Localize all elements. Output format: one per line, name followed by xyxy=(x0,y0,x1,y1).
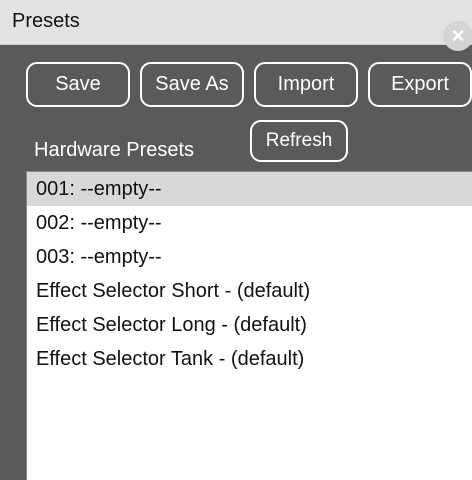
close-icon[interactable]: × xyxy=(443,21,472,51)
title-bar: Presets × xyxy=(0,0,472,51)
preset-item[interactable]: 001: --empty-- xyxy=(27,172,472,206)
hardware-presets-label: Hardware Presets xyxy=(34,139,195,161)
presets-panel: Presets × Save Save As Import Export Har… xyxy=(0,0,472,480)
save-as-button[interactable]: Save As xyxy=(140,62,244,107)
save-button[interactable]: Save xyxy=(26,62,130,107)
hardware-presets-list[interactable]: 001: --empty-- 002: --empty-- 003: --emp… xyxy=(26,171,472,480)
preset-item[interactable]: Effect Selector Long - (default) xyxy=(27,308,472,342)
refresh-button[interactable]: Refresh xyxy=(250,120,348,162)
preset-item[interactable]: 002: --empty-- xyxy=(27,206,472,240)
preset-item[interactable]: 003: --empty-- xyxy=(27,240,472,274)
preset-item[interactable]: Effect Selector Short - (default) xyxy=(27,274,472,308)
export-button[interactable]: Export xyxy=(368,62,472,107)
import-button[interactable]: Import xyxy=(254,62,358,107)
preset-item[interactable]: Effect Selector Tank - (default) xyxy=(27,342,472,376)
window-title: Presets xyxy=(12,10,80,32)
